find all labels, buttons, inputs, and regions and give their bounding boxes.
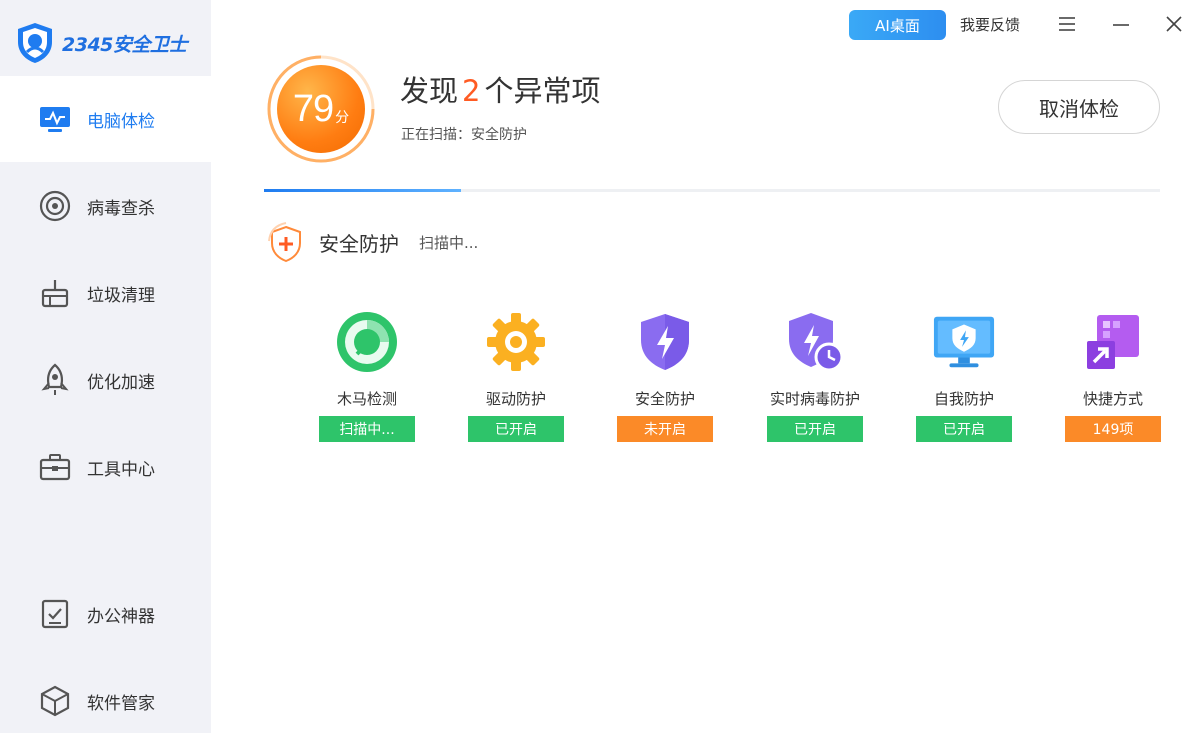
minimize-button[interactable] xyxy=(1105,8,1137,40)
item-label: 安全防护 xyxy=(634,390,695,408)
status-badge: 已开启 xyxy=(468,416,564,442)
score-ring: 79 分 xyxy=(264,51,382,163)
close-button[interactable] xyxy=(1158,8,1190,40)
check-item-self-protect[interactable]: 自我防护 已开启 xyxy=(916,308,1012,444)
item-label: 自我防护 xyxy=(933,390,994,408)
app-logo: 2345安全卫士 xyxy=(16,22,187,64)
check-item-security[interactable]: 安全防护 未开启 xyxy=(617,308,713,444)
sidebar-item-software-manager[interactable]: 软件管家 xyxy=(0,658,211,733)
shield-logo-icon xyxy=(18,23,52,63)
score-unit: 分 xyxy=(335,110,350,126)
logo-text: 2345安全卫士 xyxy=(62,33,187,56)
sidebar-item-label: 垃圾清理 xyxy=(87,285,155,306)
cancel-checkup-button[interactable]: 取消体检 xyxy=(998,80,1160,134)
sidebar-item-pc-checkup[interactable]: 电脑体检 xyxy=(0,76,211,162)
sidebar-item-label: 电脑体检 xyxy=(87,111,155,132)
issue-count: 2 xyxy=(462,74,481,108)
score-badge: 79 分 xyxy=(277,65,365,153)
scan-progress-fill xyxy=(264,189,462,192)
toolbox-icon xyxy=(38,450,72,484)
shortcut-icon xyxy=(1081,308,1145,376)
check-item-trojan[interactable]: 木马检测 扫描中... xyxy=(319,308,415,444)
status-badge: 已开启 xyxy=(767,416,863,442)
scan-status-line: 正在扫描：安全防护 xyxy=(401,127,527,143)
headline-suffix: 个异常项 xyxy=(484,74,601,108)
monitor-shield-icon xyxy=(932,308,996,376)
score-value: 79 xyxy=(292,87,334,130)
scan-progress-bar xyxy=(264,189,1160,192)
item-label: 木马检测 xyxy=(336,390,397,408)
headline-prefix: 发现 xyxy=(400,74,459,108)
sidebar-item-label: 办公神器 xyxy=(87,606,155,627)
rocket-icon xyxy=(38,363,72,397)
close-icon xyxy=(1166,16,1182,32)
check-item-driver[interactable]: 驱动防护 已开启 xyxy=(468,308,564,444)
monitor-icon xyxy=(38,102,72,136)
scan-headline: 发现 2 个异常项 xyxy=(400,68,600,110)
sidebar-item-virus-scan[interactable]: 病毒查杀 xyxy=(0,163,211,249)
check-item-shortcut[interactable]: 快捷方式 149项 xyxy=(1065,308,1161,444)
section-title: 安全防护 xyxy=(319,232,399,256)
item-label: 驱动防护 xyxy=(485,390,546,408)
minimize-icon xyxy=(1113,24,1129,26)
menu-button[interactable] xyxy=(1051,8,1083,40)
target-icon xyxy=(38,189,72,223)
hamburger-icon xyxy=(1059,17,1075,31)
check-item-realtime[interactable]: 实时病毒防护 已开启 xyxy=(767,308,863,444)
broom-icon xyxy=(38,276,72,310)
security-section-icon xyxy=(266,221,306,265)
status-badge: 扫描中... xyxy=(319,416,415,442)
item-label: 实时病毒防护 xyxy=(769,390,860,408)
checklist-icon xyxy=(38,597,72,631)
box-icon xyxy=(38,684,72,718)
feedback-link[interactable]: 我要反馈 xyxy=(960,14,1020,35)
section-status: 扫描中... xyxy=(419,234,479,252)
shield-clock-icon xyxy=(783,308,847,376)
sidebar-item-optimize[interactable]: 优化加速 xyxy=(0,337,211,423)
sidebar-item-office[interactable]: 办公神器 xyxy=(0,571,211,657)
sidebar-item-label: 软件管家 xyxy=(87,693,155,714)
sidebar-item-label: 病毒查杀 xyxy=(87,198,155,219)
sidebar-item-label: 优化加速 xyxy=(87,372,155,393)
sidebar-item-tools[interactable]: 工具中心 xyxy=(0,424,211,510)
status-badge: 未开启 xyxy=(617,416,713,442)
logo-area: 2345安全卫士 xyxy=(0,0,211,76)
item-label: 快捷方式 xyxy=(1082,390,1143,408)
sidebar-item-label: 工具中心 xyxy=(87,459,155,480)
status-badge: 已开启 xyxy=(916,416,1012,442)
trojan-scan-icon xyxy=(335,308,399,376)
sidebar-item-junk-clean[interactable]: 垃圾清理 xyxy=(0,250,211,336)
ai-desktop-button[interactable]: AI桌面 xyxy=(849,10,946,40)
status-badge: 149项 xyxy=(1065,416,1161,442)
gear-icon xyxy=(484,308,548,376)
sidebar: 2345安全卫士 电脑体检 病毒查杀 垃圾清理 优化加速 工具中心 办公神器 软… xyxy=(0,0,211,733)
shield-bolt-icon xyxy=(633,308,697,376)
